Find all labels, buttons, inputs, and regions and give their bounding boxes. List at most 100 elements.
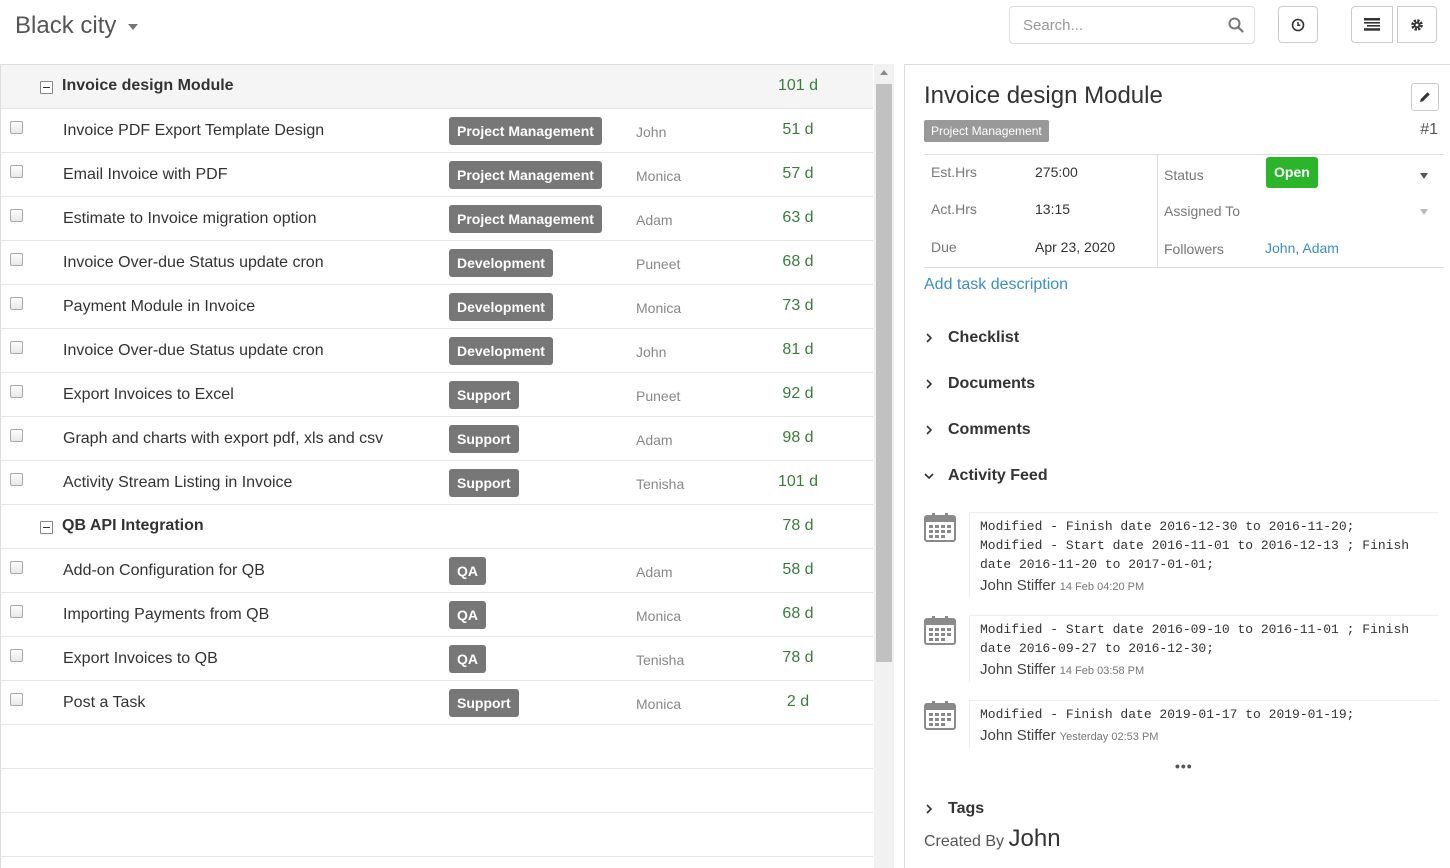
settings-button[interactable]	[1397, 6, 1437, 43]
followers-label: Followers	[1164, 241, 1224, 257]
comments-section[interactable]: Comments	[924, 421, 1031, 439]
group-row[interactable]: Invoice design Module 101 d	[1, 65, 873, 109]
task-checkbox[interactable]	[10, 561, 23, 574]
group-row[interactable]: QB API Integration 78 d	[1, 505, 873, 549]
chevron-down-icon	[924, 473, 934, 480]
table-row[interactable]: Invoice Over-due Status update cron Devel…	[1, 241, 873, 285]
created-by: Created By John	[924, 825, 1061, 853]
task-checkbox[interactable]	[10, 473, 23, 486]
collapse-icon[interactable]	[40, 521, 53, 534]
timer-button[interactable]	[1278, 6, 1318, 43]
table-row[interactable]: Export Invoices to Excel Support Puneet 92 …	[1, 373, 873, 417]
checklist-section[interactable]: Checklist	[924, 329, 1019, 347]
task-name[interactable]: Invoice Over-due Status update cron	[63, 254, 324, 272]
scroll-up-icon[interactable]	[880, 70, 888, 75]
task-label-badge[interactable]: Project Management	[449, 117, 602, 145]
table-row[interactable]: Activity Stream Listing in Invoice Suppor…	[1, 461, 873, 505]
task-name[interactable]: Graph and charts with export pdf, xls an…	[63, 430, 383, 448]
est-hrs-value[interactable]: 275:00	[1035, 164, 1078, 180]
task-label-badge[interactable]: Support	[449, 689, 519, 717]
list-view-button[interactable]	[1351, 6, 1393, 43]
task-checkbox[interactable]	[10, 209, 23, 222]
table-row[interactable]: Graph and charts with export pdf, xls an…	[1, 417, 873, 461]
table-row[interactable]: Importing Payments from QB QA Monica 68 d	[1, 593, 873, 637]
task-name[interactable]: Add-on Configuration for QB	[63, 562, 265, 580]
task-label-badge[interactable]: Support	[449, 469, 519, 497]
scrollbar[interactable]	[874, 64, 894, 868]
table-row[interactable]: Estimate to Invoice migration option Proj…	[1, 197, 873, 241]
task-assignee: Tenisha	[636, 476, 685, 492]
activity-feed-heading: Activity Feed	[948, 467, 1048, 484]
task-name[interactable]: Export Invoices to Excel	[63, 386, 234, 404]
days-value: 68 d	[782, 605, 814, 622]
task-label-badge[interactable]: Support	[449, 381, 519, 409]
detail-category-label[interactable]: Project Management	[924, 120, 1049, 142]
clock-icon	[1291, 18, 1305, 31]
task-checkbox[interactable]	[10, 429, 23, 442]
activity-text: Modified - Finish date 2016-12-30 to 201…	[980, 519, 1410, 572]
task-assignee: Adam	[636, 432, 673, 448]
task-checkbox[interactable]	[10, 341, 23, 354]
due-date-value[interactable]: Apr 23, 2020	[1035, 239, 1115, 255]
activity-feed-section[interactable]: Activity Feed	[924, 467, 1048, 485]
task-checkbox[interactable]	[10, 649, 23, 662]
task-name[interactable]: Payment Module in Invoice	[63, 298, 255, 316]
table-row[interactable]: Export Invoices to QB QA Tenisha 78 d	[1, 637, 873, 681]
scrollbar-thumb[interactable]	[876, 84, 892, 662]
task-name[interactable]: Importing Payments from QB	[63, 606, 269, 624]
task-name[interactable]: Activity Stream Listing in Invoice	[63, 474, 292, 492]
task-assignee: Monica	[636, 696, 682, 712]
task-name[interactable]: Email Invoice with PDF	[63, 166, 228, 184]
task-label-badge[interactable]: Development	[449, 337, 553, 365]
project-selector[interactable]: Black city	[15, 12, 139, 40]
task-name[interactable]: Invoice PDF Export Template Design	[63, 122, 324, 140]
table-row[interactable]: Invoice Over-due Status update cron Devel…	[1, 329, 873, 373]
tags-section[interactable]: Tags	[924, 800, 984, 818]
task-checkbox[interactable]	[10, 693, 23, 706]
task-checkbox[interactable]	[10, 121, 23, 134]
add-description-link[interactable]: Add task description	[924, 276, 1068, 294]
task-name[interactable]: Export Invoices to QB	[63, 650, 218, 668]
search-input[interactable]	[1023, 16, 1228, 34]
activity-user-line: John Stiffer Yesterday 02:53 PM	[980, 727, 1429, 744]
task-label-badge[interactable]: Project Management	[449, 161, 602, 189]
task-label-badge[interactable]: Support	[449, 425, 519, 453]
table-row[interactable]: Email Invoice with PDF Project Management…	[1, 153, 873, 197]
task-label-badge[interactable]: QA	[449, 601, 486, 629]
activity-user-line: John Stiffer 14 Feb 04:20 PM	[980, 577, 1429, 594]
assigned-dropdown-icon[interactable]	[1420, 209, 1428, 215]
created-by-name: John	[1008, 825, 1061, 852]
task-checkbox[interactable]	[10, 253, 23, 266]
status-badge[interactable]: Open	[1266, 157, 1318, 188]
task-checkbox[interactable]	[10, 605, 23, 618]
task-label-badge[interactable]: QA	[449, 557, 486, 585]
followers-link[interactable]: John, Adam	[1265, 240, 1339, 256]
act-hrs-value: 13:15	[1035, 201, 1071, 217]
search-icon[interactable]	[1228, 17, 1244, 33]
more-activity-button[interactable]: •••	[1175, 758, 1193, 774]
task-checkbox[interactable]	[10, 165, 23, 178]
table-row[interactable]: Post a Task Support Monica 2 d	[1, 681, 873, 725]
task-checkbox[interactable]	[10, 385, 23, 398]
days-value: 101 d	[777, 77, 819, 94]
activity-content: Modified - Finish date 2016-12-30 to 201…	[969, 512, 1439, 598]
table-row[interactable]: Payment Module in Invoice Development Moni…	[1, 285, 873, 329]
table-row[interactable]: Invoice PDF Export Template Design Projec…	[1, 109, 873, 153]
table-row[interactable]: Add-on Configuration for QB QA Adam 58 d	[1, 549, 873, 593]
empty-row	[1, 769, 873, 813]
task-label-badge[interactable]: Project Management	[449, 205, 602, 233]
documents-section[interactable]: Documents	[924, 375, 1035, 393]
task-checkbox[interactable]	[10, 297, 23, 310]
search-box[interactable]	[1009, 6, 1255, 44]
edit-button[interactable]	[1411, 83, 1439, 111]
task-label-badge[interactable]: Development	[449, 249, 553, 277]
est-hrs-label: Est.Hrs	[931, 164, 977, 180]
collapse-icon[interactable]	[40, 81, 53, 94]
task-name[interactable]: Estimate to Invoice migration option	[63, 210, 316, 228]
task-name[interactable]: Post a Task	[63, 694, 145, 712]
task-name[interactable]: Invoice Over-due Status update cron	[63, 342, 324, 360]
days-value: 57 d	[782, 165, 814, 182]
task-label-badge[interactable]: Development	[449, 293, 553, 321]
task-label-badge[interactable]: QA	[449, 645, 486, 673]
status-dropdown-icon[interactable]	[1420, 173, 1428, 179]
